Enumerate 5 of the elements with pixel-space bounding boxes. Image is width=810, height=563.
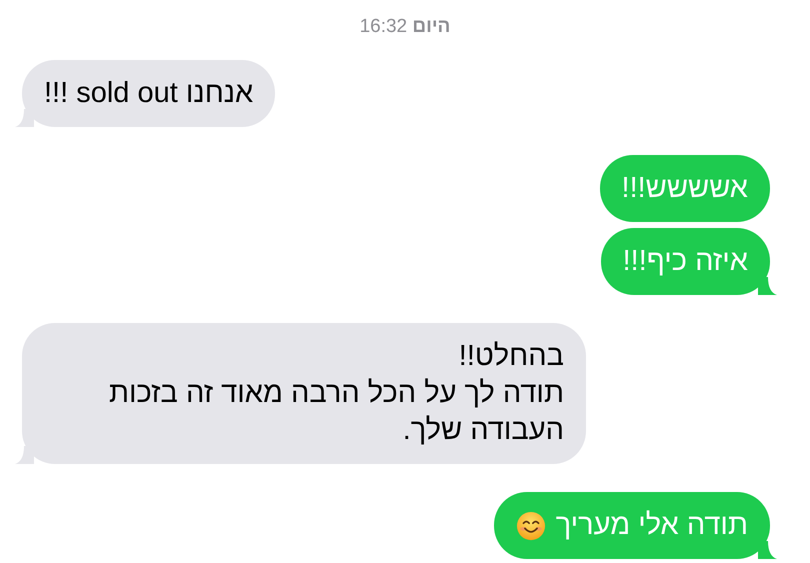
message-text: תודה אלי מעריך [556, 508, 748, 543]
message-text: איזה כיף!!! [622, 244, 748, 279]
message-text: בהחלט!! תודה לך על הכל הרבה מאוד זה בזכות העבודה שלך. [108, 339, 564, 448]
message-text: אנחנו sold out !!! [44, 76, 254, 111]
message-text: אשששש!!! [622, 171, 748, 206]
